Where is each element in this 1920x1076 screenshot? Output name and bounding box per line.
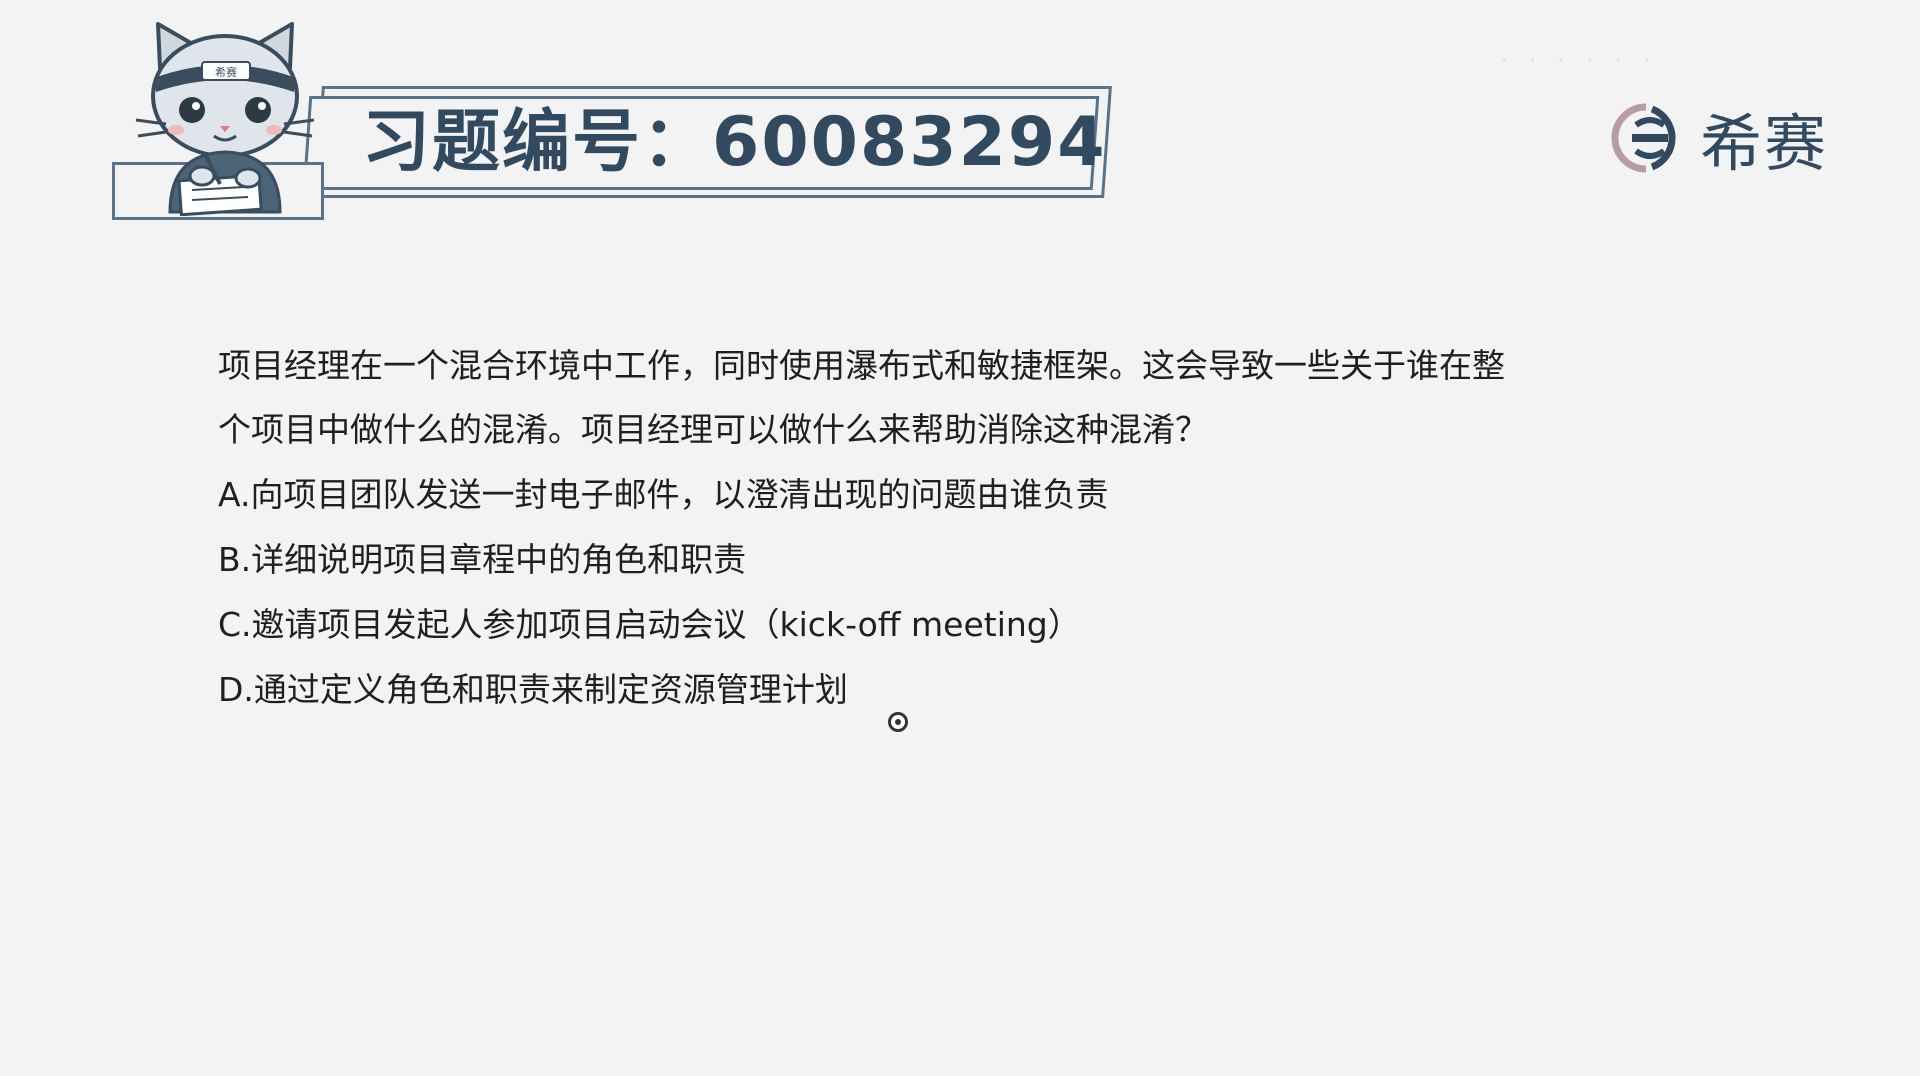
mouse-cursor-icon xyxy=(888,712,908,732)
xisai-logo-icon xyxy=(1611,103,1676,173)
slide-page: · · · · · · 习题编号：60083294 希赛 希赛 项目经理在一个混… xyxy=(0,0,1920,1076)
cat-mascot-icon: 希赛 xyxy=(135,22,315,216)
logo-text: 希赛 xyxy=(1700,107,1829,180)
faint-watermark: · · · · · · xyxy=(1500,46,1657,76)
exercise-number-title: 习题编号：60083294 xyxy=(362,103,1107,182)
question-block: 项目经理在一个混合环境中工作，同时使用瀑布式和敏捷框架。这会导致一些关于谁在整 … xyxy=(218,334,1678,722)
option-c: C.邀请项目发起人参加项目启动会议（kick-off meeting） xyxy=(218,605,1081,644)
option-d: D.通过定义角色和职责来制定资源管理计划 xyxy=(218,670,848,709)
option-b: B.详细说明项目章程中的角色和职责 xyxy=(218,540,747,579)
xisai-logo: 希赛 xyxy=(1606,98,1828,180)
option-a: A.向项目团队发送一封电子邮件，以澄清出现的问题由谁负责 xyxy=(218,475,1109,514)
question-stem-line: 个项目中做什么的混淆。项目经理可以做什么来帮助消除这种混淆？ xyxy=(218,410,1208,449)
mascot-badge-text: 希赛 xyxy=(215,65,237,79)
question-stem-line: 项目经理在一个混合环境中工作，同时使用瀑布式和敏捷框架。这会导致一些关于谁在整 xyxy=(218,346,1505,385)
